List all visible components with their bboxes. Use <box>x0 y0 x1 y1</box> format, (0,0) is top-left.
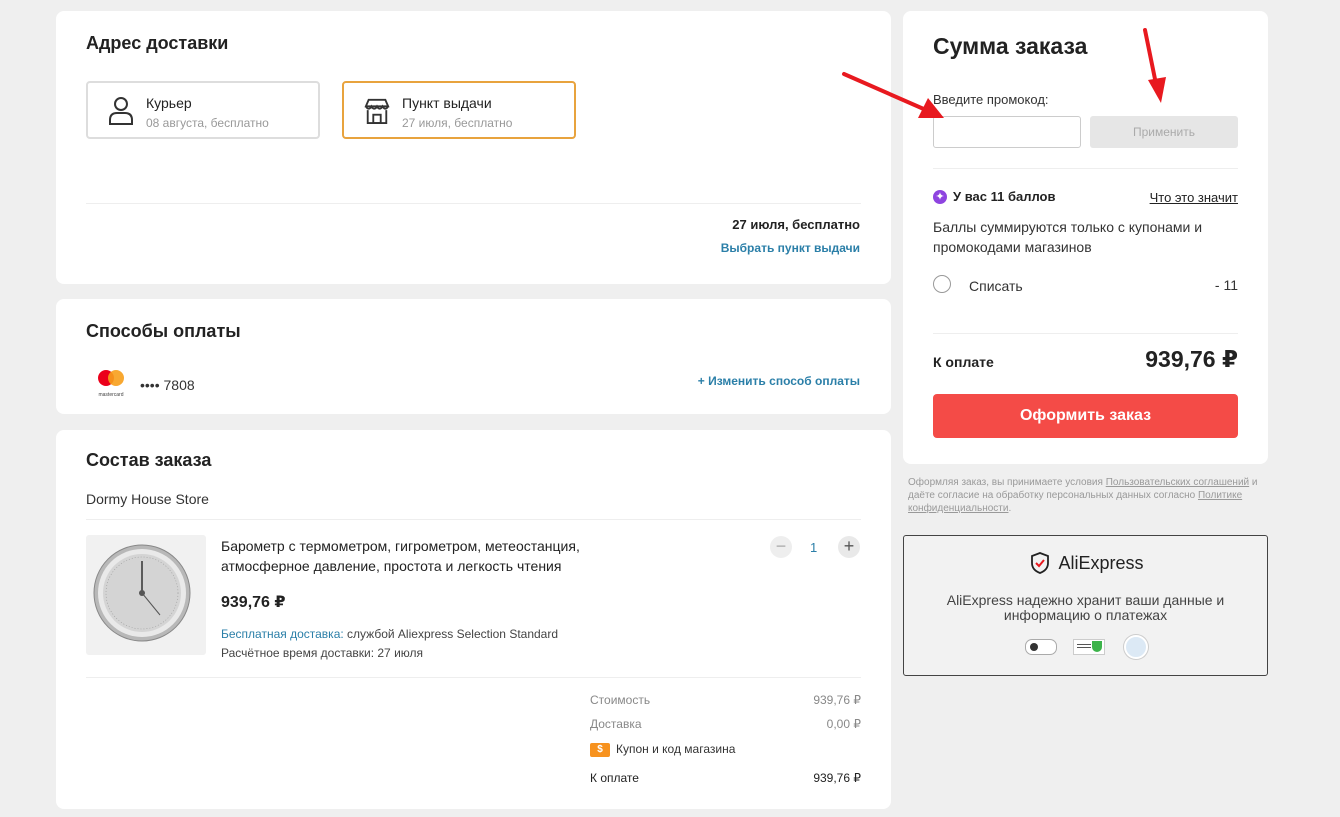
points-desc-line1: Баллы суммируются только с купонами и <box>933 219 1203 235</box>
points-badge-icon: ✦ <box>933 190 947 204</box>
product-title-line1[interactable]: Барометр с термометром, гигрометром, мет… <box>221 538 580 554</box>
choose-pickup-link[interactable]: Выбрать пункт выдачи <box>721 241 860 255</box>
selected-delivery-date: 27 июля, бесплатно <box>732 217 860 232</box>
certification-seal-icon <box>1124 635 1148 659</box>
total-label: К оплате <box>933 354 994 370</box>
delivery-title: Адрес доставки <box>86 33 229 53</box>
shipping-info: Бесплатная доставка: службой Aliexpress … <box>221 627 558 641</box>
shipping-service: службой Aliexpress Selection Standard <box>347 627 559 641</box>
barometer-image <box>93 544 191 642</box>
cost-label: Стоимость <box>590 693 651 707</box>
writeoff-label[interactable]: Списать <box>969 278 1023 294</box>
item-divider <box>86 677 861 678</box>
promo-divider <box>933 168 1238 169</box>
delivery-card: Адрес доставки Курьер 08 августа, беспла… <box>56 11 891 284</box>
product-image[interactable] <box>86 535 206 655</box>
writeoff-radio[interactable] <box>933 275 951 293</box>
mastercard-icon: mastercard <box>94 369 128 398</box>
delivery-divider <box>86 203 861 204</box>
apply-promo-button[interactable]: Применить <box>1090 116 1238 148</box>
trust-line2: информацию о платежах <box>1003 607 1168 623</box>
order-card: Состав заказа Dormy House Store Барометр… <box>56 430 891 809</box>
payment-title: Способы оплаты <box>86 321 241 341</box>
pci-badge-icon <box>1025 639 1057 655</box>
courier-option[interactable]: Курьер 08 августа, бесплатно <box>86 81 320 139</box>
quantity-plus-button[interactable]: + <box>838 536 860 558</box>
points-info-link[interactable]: Что это значит <box>1150 190 1238 205</box>
delivery-cost-label: Доставка <box>590 717 642 731</box>
coupon-icon: $ <box>590 742 610 757</box>
delivery-eta: Расчётное время доставки: 27 июля <box>221 646 424 660</box>
verified-badge-icon <box>1073 639 1105 655</box>
summary-card: Сумма заказа Введите промокод: Применить… <box>903 11 1268 464</box>
total-divider <box>933 333 1238 334</box>
person-icon <box>109 97 133 125</box>
legal-text: Оформляя заказ, вы принимаете условия По… <box>908 476 1258 515</box>
product-price: 939,76 ₽ <box>221 594 286 611</box>
delivery-cost-value: 0,00 ₽ <box>826 717 861 731</box>
writeoff-value: - 11 <box>1214 277 1238 293</box>
order-title: Состав заказа <box>86 450 212 470</box>
trust-brand: AliExpress <box>1030 552 1143 574</box>
coupon-icon-text: $ <box>597 743 603 755</box>
change-payment-link[interactable]: + Изменить способ оплаты <box>698 374 860 388</box>
security-info-box: AliExpress AliExpress надежно хранит ваш… <box>903 535 1268 676</box>
quantity-minus-button[interactable]: − <box>770 536 792 558</box>
courier-sub: 08 августа, бесплатно <box>146 116 269 130</box>
store-name[interactable]: Dormy House Store <box>86 491 209 507</box>
total-value: 939,76 ₽ <box>1145 346 1238 372</box>
shield-check-icon <box>1031 552 1049 574</box>
payment-card: Способы оплаты mastercard •••• 7808 + Из… <box>56 299 891 414</box>
courier-label: Курьер <box>146 95 192 111</box>
pickup-option[interactable]: Пункт выдачи 27 июля, бесплатно <box>342 81 576 139</box>
points-desc-line2: промокодами магазинов <box>933 239 1092 255</box>
card-number: •••• 7808 <box>140 377 195 393</box>
promo-code-input[interactable] <box>933 116 1081 148</box>
promo-label: Введите промокод: <box>933 92 1049 107</box>
pickup-label: Пункт выдачи <box>402 95 492 111</box>
mastercard-text: mastercard <box>98 392 124 398</box>
coupon-label: Купон и код магазина <box>616 742 736 756</box>
pickup-sub: 27 июля, бесплатно <box>402 116 513 130</box>
quantity-value[interactable]: 1 <box>810 540 817 555</box>
free-shipping-label: Бесплатная доставка: <box>221 627 344 641</box>
product-title-line2[interactable]: атмосферное давление, простота и легкост… <box>221 558 561 574</box>
order-total-value: 939,76 ₽ <box>813 771 861 785</box>
cost-value: 939,76 ₽ <box>813 693 861 707</box>
trust-line1: AliExpress надежно хранит ваши данные и <box>946 592 1225 608</box>
coupon-row[interactable]: $ Купон и код магазина <box>590 742 735 757</box>
legal-text-1: Оформляя заказ, вы принимаете условия <box>908 477 1106 488</box>
checkout-button[interactable]: Оформить заказ <box>933 394 1238 438</box>
aliexpress-logo-text: AliExpress <box>1058 552 1144 573</box>
user-agreement-link[interactable]: Пользовательских соглашений <box>1106 477 1249 488</box>
points-title: У вас 11 баллов <box>953 189 1056 204</box>
summary-title: Сумма заказа <box>933 33 1088 59</box>
storefront-icon <box>364 98 390 124</box>
store-divider <box>86 519 861 520</box>
order-total-label: К оплате <box>590 771 639 785</box>
legal-text-3: . <box>1008 503 1012 514</box>
